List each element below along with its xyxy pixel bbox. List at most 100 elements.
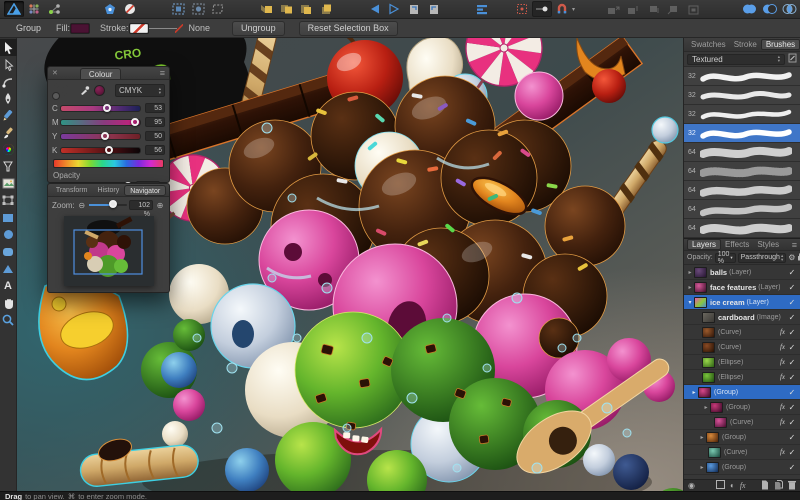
fx-badge[interactable]: fx (778, 448, 787, 456)
cyan-slider[interactable] (60, 103, 141, 112)
expand-arrow-icon[interactable]: ▸ (698, 464, 706, 471)
shape-tool-icon[interactable] (0, 260, 17, 277)
tab-navigator[interactable]: Navigator (124, 184, 167, 196)
layer-row-curve[interactable]: (Curve) fx ✓ (684, 340, 800, 355)
fill-swatch[interactable] (70, 22, 91, 34)
close-icon[interactable]: ✕ (52, 69, 58, 77)
brush-row[interactable]: 32 (684, 67, 800, 86)
visibility-check-icon[interactable]: ✓ (787, 298, 797, 307)
edit-all-layers-icon[interactable]: ◉ (688, 481, 695, 490)
brush-row[interactable]: 64 (684, 143, 800, 162)
tab-transform[interactable]: Transform (51, 185, 93, 196)
reset-selection-box-button[interactable]: Reset Selection Box (298, 20, 398, 36)
boolean-intersect-icon[interactable] (779, 1, 799, 17)
canvas[interactable]: CRO THING (17, 38, 683, 491)
view-hand-tool-icon[interactable] (0, 294, 17, 311)
mask-layer-icon[interactable] (715, 480, 725, 491)
colour-panel-tab[interactable]: Colour (79, 67, 122, 79)
insert-inside-icon[interactable] (296, 1, 316, 17)
yellow-value[interactable]: 50 (145, 131, 165, 141)
magenta-slider-handle[interactable] (130, 117, 139, 126)
rotate-ccw-icon[interactable] (404, 1, 424, 17)
expand-arrow-icon[interactable]: ▸ (686, 284, 694, 291)
cyan-value[interactable]: 53 (145, 103, 165, 113)
visibility-check-icon[interactable]: ✓ (787, 448, 797, 457)
insert-in-front-icon[interactable] (276, 1, 296, 17)
export-persona-icon[interactable] (44, 1, 64, 17)
brush-row[interactable]: 64 (684, 219, 800, 238)
move-to-front-icon[interactable] (663, 1, 683, 17)
blend-mode-select[interactable]: Passthrough ▴ ▾ (737, 252, 787, 263)
frame-tool-icon[interactable] (0, 192, 17, 209)
edit-brush-icon[interactable] (788, 53, 797, 65)
tab-styles[interactable]: Styles (753, 240, 783, 249)
visibility-check-icon[interactable]: ✓ (787, 283, 797, 292)
move-inside-icon[interactable] (683, 1, 703, 17)
visibility-check-icon[interactable]: ✓ (787, 358, 797, 367)
brush-row[interactable]: 32 (684, 86, 800, 105)
tab-history[interactable]: History (92, 185, 124, 196)
delete-layer-icon[interactable] (788, 480, 796, 492)
layer-row-cardboard[interactable]: cardboard (Image) ✓ (684, 310, 800, 325)
expand-arrow-icon[interactable]: ▸ (702, 404, 710, 411)
flip-vertical-icon[interactable] (384, 1, 404, 17)
visibility-check-icon[interactable]: ✓ (787, 268, 797, 277)
cyan-slider-handle[interactable] (102, 103, 111, 112)
black-slider[interactable] (60, 145, 141, 154)
boolean-add-icon[interactable] (739, 1, 759, 17)
layer-row-curve[interactable]: (Curve) fx ✓ (684, 325, 800, 340)
fx-badge[interactable]: fx (778, 358, 787, 366)
black-slider-handle[interactable] (105, 145, 114, 154)
ellipse-tool-icon[interactable] (0, 226, 17, 243)
layer-row-ellipse[interactable]: (Ellipse) fx ✓ (684, 370, 800, 385)
node-tool-icon[interactable] (0, 56, 17, 73)
visibility-check-icon[interactable]: ✓ (787, 328, 797, 337)
group-button[interactable]: Group (7, 21, 50, 36)
new-layer-icon[interactable] (761, 480, 769, 492)
layer-row-ellipse[interactable]: (Ellipse) fx ✓ (684, 355, 800, 370)
ungroup-button[interactable]: Ungroup (232, 20, 285, 36)
fx-badge[interactable]: fx (778, 328, 787, 336)
stroke-width-control[interactable] (148, 23, 183, 33)
visibility-check-icon[interactable]: ✓ (787, 343, 797, 352)
move-backward-icon[interactable] (623, 1, 643, 17)
visibility-check-icon[interactable]: ✓ (787, 313, 797, 322)
tab-effects[interactable]: Effects (721, 240, 753, 249)
current-colour-swatch[interactable] (94, 85, 105, 96)
zoom-slider[interactable] (88, 200, 127, 208)
layer-row-curve[interactable]: (Curve) fx ✓ (684, 445, 800, 460)
layer-row-group[interactable]: ▸ (Group) ✓ (684, 460, 800, 475)
layer-row-balls[interactable]: ▸ balls (Layer) ✓ (684, 265, 800, 280)
brush-row-selected[interactable]: 32 (684, 124, 800, 143)
alignment-icon[interactable] (472, 1, 492, 17)
corner-tool-icon[interactable] (0, 73, 17, 90)
zoom-value[interactable]: 102 % (129, 200, 153, 218)
magenta-value[interactable]: 95 (145, 117, 165, 127)
fx-badge[interactable]: fx (778, 373, 787, 381)
visibility-check-icon[interactable]: ✓ (787, 463, 797, 472)
fx-badge[interactable]: fx (778, 418, 787, 426)
tab-stroke[interactable]: Stroke (730, 40, 761, 49)
selection-circle-icon[interactable] (188, 1, 208, 17)
layer-row-curve[interactable]: (Curve) fx ✓ (684, 415, 800, 430)
expand-arrow-icon[interactable]: ▸ (690, 389, 698, 396)
fill-tool-icon[interactable] (0, 141, 17, 158)
cycle-selection-box-icon[interactable] (532, 1, 552, 17)
layer-row-face-features[interactable]: ▸ face features (Layer) ✓ (684, 280, 800, 295)
visibility-check-icon[interactable]: ✓ (787, 373, 797, 382)
fx-badge[interactable]: fx (778, 403, 787, 411)
visibility-check-icon[interactable]: ✓ (787, 388, 797, 397)
brush-row[interactable]: 64 (684, 200, 800, 219)
yellow-slider-handle[interactable] (100, 131, 109, 140)
move-to-back-icon[interactable] (603, 1, 623, 17)
colour-wheel-icon[interactable] (52, 82, 72, 100)
stroke-swatch[interactable] (128, 22, 149, 34)
pen-tool-icon[interactable] (0, 90, 17, 107)
transparency-tool-icon[interactable] (0, 158, 17, 175)
rectangle-tool-icon[interactable] (0, 209, 17, 226)
transform-mode-icon[interactable] (208, 1, 228, 17)
layer-effects-icon[interactable]: fx (740, 481, 746, 490)
brush-row[interactable]: 32 (684, 105, 800, 124)
layer-row-ice-cream[interactable]: ▾ ice cream (Layer) ✓ (684, 295, 800, 310)
snapping-options-caret-icon[interactable]: ▾ (572, 6, 575, 13)
